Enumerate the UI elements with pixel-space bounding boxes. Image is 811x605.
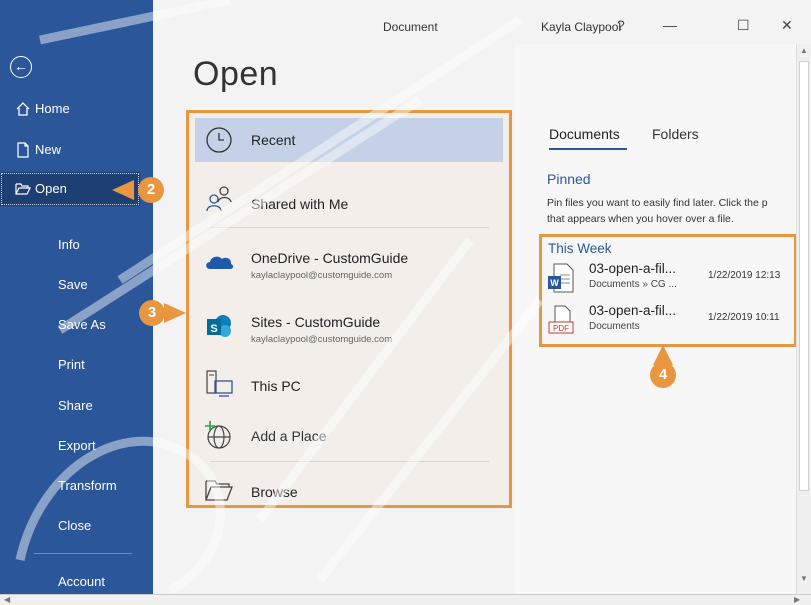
svg-text:W: W: [550, 278, 559, 288]
document-title: Document: [383, 20, 438, 34]
home-icon: [15, 92, 33, 130]
active-tab-underline: [549, 148, 627, 150]
location-recent[interactable]: Recent: [195, 118, 503, 162]
file-date: 1/22/2019 12:13: [708, 270, 781, 281]
vertical-scroll-thumb[interactable]: [799, 61, 809, 491]
sidebar-item-transform[interactable]: Transform: [0, 469, 153, 503]
location-account: kaylaclaypool@customguide.com: [251, 334, 393, 345]
location-title: Browse: [251, 484, 298, 500]
file-path: Documents: [589, 321, 640, 332]
sharepoint-icon: S: [204, 311, 234, 341]
sidebar-divider: [34, 553, 132, 554]
location-onedrive[interactable]: OneDrive - CustomGuide kaylaclaypool@cus…: [195, 237, 503, 285]
sidebar-item-export[interactable]: Export: [0, 429, 153, 463]
locations-panel: Recent Shared with Me OneDrive - CustomG…: [186, 110, 512, 508]
file-date: 1/22/2019 10:11: [708, 312, 780, 323]
scroll-left-icon[interactable]: ◀: [4, 595, 10, 604]
sidebar-item-close[interactable]: Close: [0, 509, 153, 543]
backstage-sidebar: ← Home New Open Info Save Save As Print …: [0, 0, 153, 604]
sidebar-item-label: Home: [35, 101, 70, 116]
help-button[interactable]: ?: [617, 17, 625, 33]
file-name: 03-open-a-fil...: [589, 261, 677, 276]
location-title: Shared with Me: [251, 196, 349, 212]
location-title: This PC: [251, 378, 301, 394]
location-shared-with-me[interactable]: Shared with Me: [195, 173, 503, 219]
close-button[interactable]: ✕: [781, 17, 793, 34]
file-name: 03-open-a-fil...: [589, 303, 677, 318]
sidebar-item-label: Info: [58, 237, 80, 252]
word-file-icon: W: [548, 263, 574, 293]
location-sharepoint-sites[interactable]: S Sites - CustomGuide kaylaclaypool@cust…: [195, 301, 503, 349]
sidebar-item-info[interactable]: Info: [0, 228, 153, 262]
onedrive-cloud-icon: [204, 247, 234, 277]
pdf-file-icon: PDF: [548, 305, 574, 335]
pinned-description-line: that appears when you hover over a file.: [547, 213, 734, 225]
title-bar: Document Kayla Claypool ? — ☐ ✕: [153, 0, 811, 44]
folder-open-icon: [15, 172, 33, 210]
callout-2-badge: 2: [138, 177, 164, 203]
sidebar-item-save[interactable]: Save: [0, 268, 153, 302]
sidebar-item-label: Save: [58, 277, 88, 292]
sidebar-item-label: New: [35, 142, 62, 157]
maximize-button[interactable]: ☐: [737, 17, 750, 34]
callout-3-badge: 3: [139, 300, 165, 326]
pdf-badge-text: PDF: [553, 324, 569, 333]
page-title: Open: [193, 55, 279, 93]
horizontal-scrollbar[interactable]: ◀ ▶: [0, 594, 811, 605]
location-add-a-place[interactable]: Add a Place: [195, 415, 503, 455]
location-title: Recent: [251, 132, 296, 148]
back-arrow-icon[interactable]: ←: [10, 56, 32, 78]
this-week-heading: This Week: [548, 241, 612, 256]
recent-file-item[interactable]: PDF 03-open-a-fil... Documents 1/22/2019…: [548, 303, 798, 339]
sidebar-item-label: Print: [58, 357, 85, 372]
sidebar-item-share[interactable]: Share: [0, 389, 153, 423]
location-account: kaylaclaypool@customguide.com: [251, 270, 393, 281]
minimize-button[interactable]: —: [663, 17, 677, 33]
globe-add-icon: [204, 420, 234, 450]
location-divider: [211, 461, 489, 462]
sidebar-item-label: Open: [35, 181, 67, 196]
scroll-right-icon[interactable]: ▶: [794, 595, 800, 604]
file-path: Documents » CG ...: [589, 279, 677, 290]
sidebar-item-home[interactable]: Home: [0, 92, 153, 126]
location-title: Sites - CustomGuide: [251, 314, 381, 330]
user-name[interactable]: Kayla Claypool: [541, 20, 621, 34]
clock-icon: [204, 125, 234, 155]
pinned-description: Pin files you want to easily find later.…: [547, 195, 797, 227]
location-this-pc[interactable]: This PC: [195, 365, 503, 405]
sidebar-item-label: Close: [58, 518, 92, 533]
recent-files-panel: Documents Folders Pinned Pin files you w…: [515, 44, 797, 594]
sidebar-item-new[interactable]: New: [0, 133, 153, 167]
location-title: Add a Place: [251, 428, 327, 444]
sidebar-item-label: Share: [58, 398, 93, 413]
sidebar-item-print[interactable]: Print: [0, 348, 153, 382]
shared-people-icon: [204, 183, 234, 213]
location-divider: [211, 227, 489, 228]
tab-folders[interactable]: Folders: [652, 126, 699, 142]
recent-file-item[interactable]: W 03-open-a-fil... Documents » CG ... 1/…: [548, 261, 798, 297]
sidebar-item-save-as[interactable]: Save As: [0, 308, 153, 342]
location-title: OneDrive - CustomGuide: [251, 250, 409, 266]
location-browse[interactable]: Browse: [195, 471, 503, 507]
computer-icon: [204, 369, 234, 399]
tab-documents[interactable]: Documents: [549, 126, 620, 142]
scroll-down-icon[interactable]: ▼: [800, 574, 808, 583]
callout-4-badge: 4: [650, 362, 676, 388]
scroll-up-icon[interactable]: ▲: [800, 46, 808, 55]
sidebar-item-label: Export: [58, 438, 96, 453]
pinned-heading: Pinned: [547, 171, 591, 187]
pinned-description-line: Pin files you want to easily find later.…: [547, 197, 768, 209]
sidebar-item-label: Transform: [58, 478, 117, 493]
this-week-group: This Week W 03-open-a-fil... Documents »…: [539, 234, 797, 347]
sidebar-item-label: Save As: [58, 317, 106, 332]
svg-text:S: S: [210, 323, 217, 335]
folder-icon: [204, 475, 234, 505]
new-document-icon: [15, 133, 33, 171]
